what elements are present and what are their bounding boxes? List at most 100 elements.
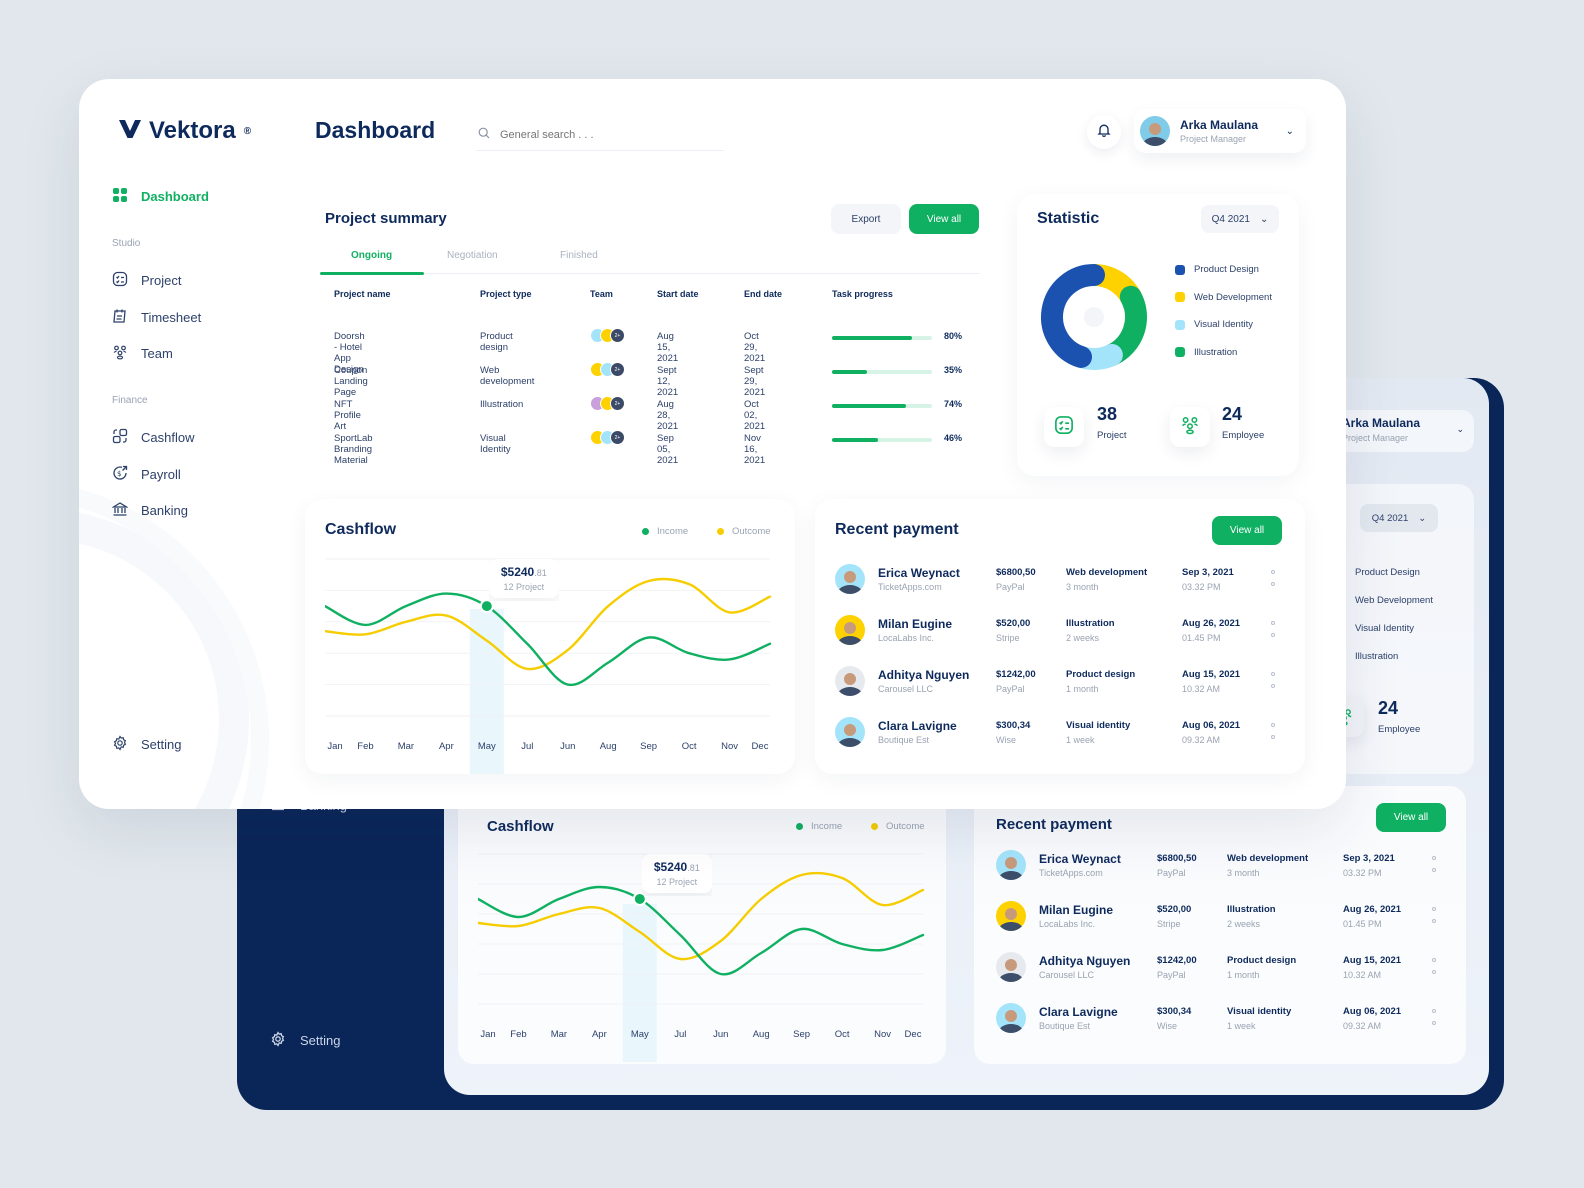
sidebar-item-team[interactable]: Team — [112, 344, 173, 363]
sidebar-item-project[interactable]: Project — [112, 271, 181, 290]
payment-time: 03.32 PM — [1343, 868, 1382, 878]
sidebar-item-timesheet[interactable]: Timesheet — [112, 308, 201, 327]
payer-name: Milan Eugine — [1039, 903, 1114, 917]
team-avatars[interactable]: 2+ — [590, 430, 625, 445]
payment-time: 01.45 PM — [1343, 919, 1382, 929]
tab-negotiation[interactable]: Negotiation — [447, 250, 498, 261]
sidebar-item-payroll[interactable]: $ Payroll — [112, 465, 181, 484]
more-options-icon[interactable] — [1270, 672, 1276, 688]
payer-company: TicketApps.com — [878, 582, 942, 592]
back-sidebar-setting[interactable]: Setting — [270, 1031, 340, 1050]
project-duration: 1 month — [1227, 970, 1260, 980]
payer-avatar — [996, 850, 1026, 880]
x-tick-label: Aug — [600, 741, 617, 752]
more-options-icon[interactable] — [1270, 570, 1276, 586]
payment-date: Sep 3, 2021 — [1343, 853, 1395, 864]
project-name: SportLab Branding Material — [334, 433, 373, 466]
tab-ongoing[interactable]: Ongoing — [351, 250, 392, 261]
project-kpi-icon-box — [1044, 407, 1084, 447]
more-options-icon[interactable] — [1270, 723, 1276, 739]
task-progress-bar — [832, 336, 932, 340]
x-tick-label: Jan — [327, 741, 342, 752]
series-line-income — [478, 885, 925, 976]
payment-amount: $300,34 — [996, 720, 1031, 731]
more-options-icon[interactable] — [1431, 856, 1437, 872]
brand-registered: ® — [243, 125, 252, 137]
payer-company: Boutique Est — [1039, 1021, 1091, 1031]
brand-logo[interactable]: Vektora ® — [119, 117, 251, 145]
sidebar-item-label: Timesheet — [141, 310, 202, 325]
sidebar-item-cashflow[interactable]: Cashflow — [112, 428, 194, 447]
payer-company: LocaLabs Inc. — [1039, 919, 1096, 929]
search-input[interactable] — [500, 128, 700, 141]
x-tick-label: Mar — [551, 1029, 567, 1040]
project-duration: 3 month — [1227, 868, 1260, 878]
notification-button[interactable] — [1087, 115, 1121, 149]
decorative-arc — [79, 479, 269, 809]
start-date: Aug 15, 2021 — [657, 331, 679, 364]
x-tick-label: May — [631, 1029, 649, 1040]
cashflow-chart: Jan Feb Mar Apr May Jul Jun Aug Sep Oct Nov Dec $524… — [325, 558, 772, 774]
back-view-all-button[interactable]: View all — [1376, 803, 1446, 832]
end-date: Sept 29, 2021 — [744, 365, 766, 398]
sidebar-item-dashboard[interactable]: Dashboard — [112, 187, 209, 206]
payment-row[interactable]: Milan Eugine LocaLabs Inc. $520,00 Stripe Il… — [996, 901, 1446, 941]
column-header: Start date — [657, 289, 699, 299]
project-type: Illustration — [1066, 618, 1115, 629]
payment-row[interactable]: Erica Weynact TicketApps.com $6800,50 PayPa… — [996, 850, 1446, 890]
project-type: Product design — [1227, 955, 1297, 966]
more-options-icon[interactable] — [1431, 907, 1437, 923]
view-all-payments-button[interactable]: View all — [1212, 516, 1282, 545]
legend-swatch — [1175, 264, 1185, 275]
recent-payment-title: Recent payment — [835, 521, 959, 538]
sidebar-item-label: Cashflow — [141, 430, 195, 445]
user-avatar — [1140, 116, 1170, 146]
x-tick-label: May — [478, 741, 496, 752]
back-kpi-value: 24 — [1378, 698, 1399, 718]
employee-kpi-value: 24 — [1222, 404, 1243, 424]
more-options-icon[interactable] — [1431, 958, 1437, 974]
column-header: Project type — [480, 289, 532, 299]
period-select[interactable]: Q4 2021 ⌄ — [1201, 205, 1279, 233]
recent-payment-panel: Recent payment View all Erica Weynact Tic… — [815, 499, 1305, 774]
team-avatars[interactable]: 2+ — [590, 328, 625, 343]
payment-amount: $300,34 — [1157, 1006, 1192, 1017]
more-options-icon[interactable] — [1431, 1009, 1437, 1025]
back-user-menu[interactable]: Arka Maulana Project Manager ⌄ — [1334, 410, 1474, 452]
payment-row[interactable]: Erica Weynact TicketApps.com $6800,50 PayPa… — [835, 564, 1285, 604]
legend-item: Illustration — [1175, 347, 1237, 358]
team-avatars[interactable]: 2+ — [590, 362, 625, 377]
export-button[interactable]: Export — [831, 204, 901, 234]
x-tick-label: Jul — [674, 1029, 686, 1040]
payment-row[interactable]: Adhitya Nguyen Carousel LLC $1242,00 PayPal… — [835, 666, 1285, 706]
view-all-projects-button[interactable]: View all — [909, 204, 979, 234]
x-tick-label: Jun — [713, 1029, 728, 1040]
payment-row[interactable]: Milan Eugine LocaLabs Inc. $520,00 Stripe Il… — [835, 615, 1285, 655]
team-avatars[interactable]: 2+ — [590, 396, 625, 411]
payment-row[interactable]: Clara Lavigne Boutique Est $300,34 Wise Visu… — [996, 1003, 1446, 1043]
tab-finished[interactable]: Finished — [560, 250, 598, 261]
chevron-down-icon: ⌄ — [1259, 213, 1269, 225]
start-date: Aug 28, 2021 — [657, 399, 679, 432]
payment-method: Stripe — [996, 633, 1020, 643]
payment-row[interactable]: Adhitya Nguyen Carousel LLC $1242,00 PayPal… — [996, 952, 1446, 992]
gear-icon — [112, 735, 128, 754]
sidebar-item-banking[interactable]: Banking — [111, 501, 188, 520]
payment-time: 09.32 AM — [1343, 1021, 1382, 1031]
start-date: Sept 12, 2021 — [657, 365, 679, 398]
project-tabs: Ongoing Negotiation Finished — [320, 244, 980, 275]
payer-company: Carousel LLC — [878, 684, 934, 694]
search-bar[interactable] — [476, 119, 724, 151]
payment-row[interactable]: Clara Lavigne Boutique Est $300,34 Wise Visu… — [835, 717, 1285, 757]
back-period-select[interactable]: Q4 2021 ⌄ — [1360, 504, 1438, 532]
more-options-icon[interactable] — [1270, 621, 1276, 637]
sidebar-item-setting[interactable]: Setting — [112, 735, 181, 754]
highlight-point[interactable] — [479, 599, 494, 614]
chart-tooltip: $5240.81 12 Project — [641, 854, 712, 893]
x-tick-label: Jul — [521, 741, 533, 752]
svg-text:$: $ — [117, 470, 121, 478]
legend-label: Income — [657, 526, 689, 537]
payer-company: TicketApps.com — [1039, 868, 1103, 878]
user-menu[interactable]: Arka Maulana Project Manager ⌄ — [1134, 109, 1306, 153]
back-legend-outcome: Outcome — [871, 821, 925, 832]
